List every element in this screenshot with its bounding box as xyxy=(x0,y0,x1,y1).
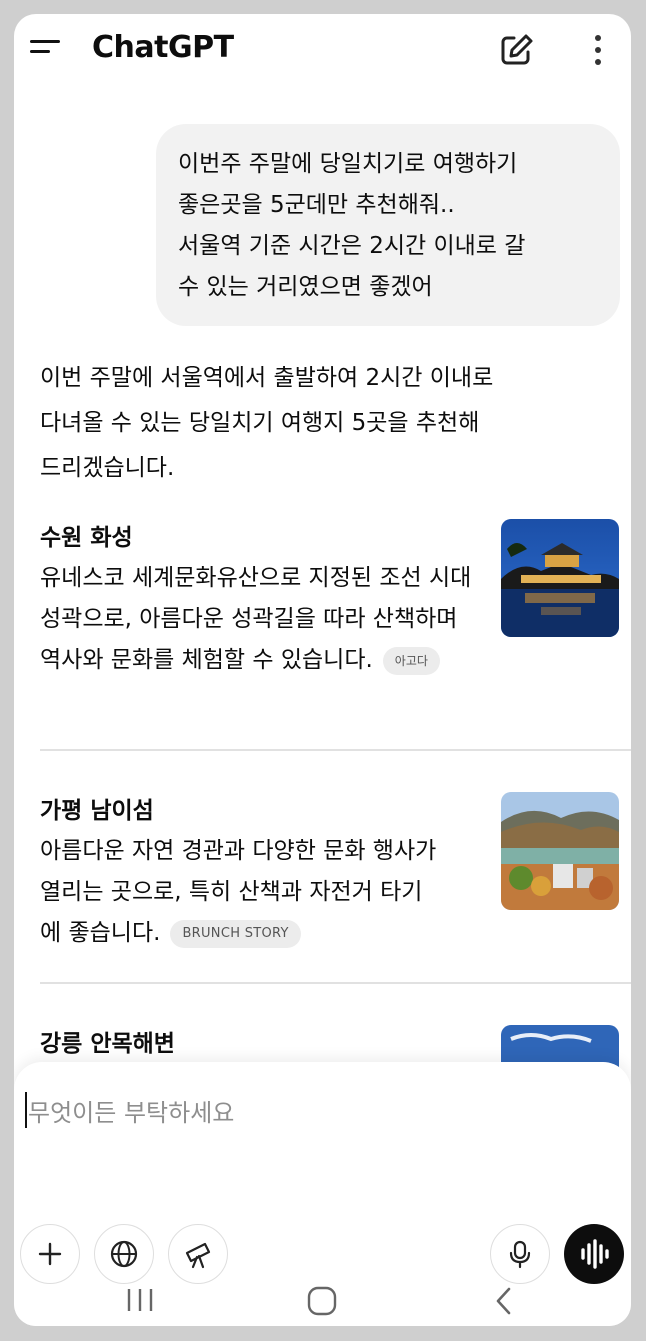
add-attachment-button[interactable] xyxy=(20,1224,80,1284)
place-thumbnail[interactable] xyxy=(501,792,619,910)
menu-icon[interactable] xyxy=(28,36,62,64)
system-nav-bar xyxy=(14,1276,631,1326)
voice-mode-icon xyxy=(581,1239,609,1269)
telescope-icon xyxy=(185,1242,211,1269)
text-caret xyxy=(25,1092,27,1128)
home-icon xyxy=(307,1286,337,1316)
user-message-bubble: 이번주 주말에 당일치기로 여행하기 좋은곳을 5군데만 추천해줘.. 서울역 … xyxy=(156,124,620,326)
divider xyxy=(40,749,631,751)
divider xyxy=(40,982,631,984)
place-description: 유네스코 세계문화유산으로 지정된 조선 시대 성곽으로, 아름다운 성곽길을 … xyxy=(40,558,480,681)
globe-icon xyxy=(110,1240,138,1268)
microphone-button[interactable] xyxy=(490,1224,550,1284)
app-title: ChatGPT xyxy=(92,30,234,65)
message-input[interactable] xyxy=(26,1088,610,1138)
assistant-intro: 이번 주말에 서울역에서 출발하여 2시간 이내로 다녀올 수 있는 당일치기 … xyxy=(40,365,494,481)
source-chip[interactable]: 아고다 xyxy=(382,646,440,675)
home-button[interactable] xyxy=(302,1286,342,1316)
microphone-icon xyxy=(509,1240,531,1269)
research-button[interactable] xyxy=(168,1224,228,1284)
place-description: 아름다운 자연 경관과 다양한 문화 행사가 열리는 곳으로, 특히 산책과 자… xyxy=(40,831,440,954)
back-button[interactable] xyxy=(484,1286,524,1316)
edit-icon[interactable] xyxy=(498,32,534,68)
recent-apps-button[interactable] xyxy=(120,1286,160,1316)
place-thumbnail[interactable] xyxy=(501,519,619,637)
web-search-button[interactable] xyxy=(94,1224,154,1284)
recent-apps-icon xyxy=(127,1289,153,1311)
source-chip[interactable]: BRUNCH STORY xyxy=(170,919,301,948)
app-header: ChatGPT xyxy=(14,14,631,86)
back-icon xyxy=(496,1287,511,1315)
plus-icon xyxy=(38,1242,62,1266)
more-vertical-icon[interactable] xyxy=(586,32,610,68)
voice-mode-button[interactable] xyxy=(564,1224,624,1284)
chat-screen: ChatGPT 이번주 주말에 당일치기로 여행하기 좋은곳을 5군데만 추천해… xyxy=(14,14,631,1326)
